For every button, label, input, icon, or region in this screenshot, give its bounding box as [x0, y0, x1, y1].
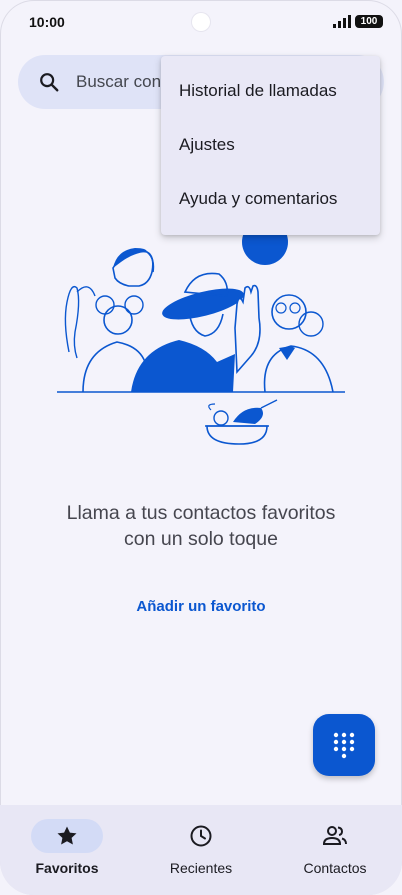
dialpad-icon	[333, 732, 355, 759]
nav-tab-contacts[interactable]: Contactos	[268, 805, 402, 895]
favorites-illustration	[57, 222, 345, 445]
nav-tab-recents[interactable]: Recientes	[134, 805, 268, 895]
clock-icon	[190, 825, 212, 847]
battery-icon: 100	[355, 15, 383, 28]
signal-icon	[333, 15, 351, 28]
nav-label-favorites: Favoritos	[35, 860, 99, 876]
menu-item-help-feedback[interactable]: Ayuda y comentarios	[161, 172, 380, 226]
people-icon	[322, 826, 347, 845]
search-input[interactable]: Buscar con	[76, 72, 161, 92]
bottom-navigation: Favoritos Recientes Contactos	[0, 805, 402, 895]
add-favorite-link[interactable]: Añadir un favorito	[101, 598, 301, 615]
phone-screen: 10:00 100 Buscar con Historial de llamad…	[0, 0, 402, 895]
nav-label-contacts: Contactos	[303, 860, 367, 876]
star-icon	[57, 826, 77, 845]
status-bar: 10:00 100	[0, 0, 402, 44]
nav-label-recents: Recientes	[169, 860, 233, 876]
search-icon	[40, 73, 59, 92]
menu-item-call-history[interactable]: Historial de llamadas	[161, 64, 380, 118]
empty-state-title: Llama a tus contactos favoritos con un s…	[66, 502, 336, 550]
overflow-menu: Historial de llamadas Ajustes Ayuda y co…	[161, 56, 380, 235]
menu-item-settings[interactable]: Ajustes	[161, 118, 380, 172]
nav-tab-favorites[interactable]: Favoritos	[0, 805, 134, 895]
dialpad-fab[interactable]	[313, 714, 375, 776]
camera-cutout	[192, 13, 210, 31]
status-time: 10:00	[29, 14, 65, 30]
